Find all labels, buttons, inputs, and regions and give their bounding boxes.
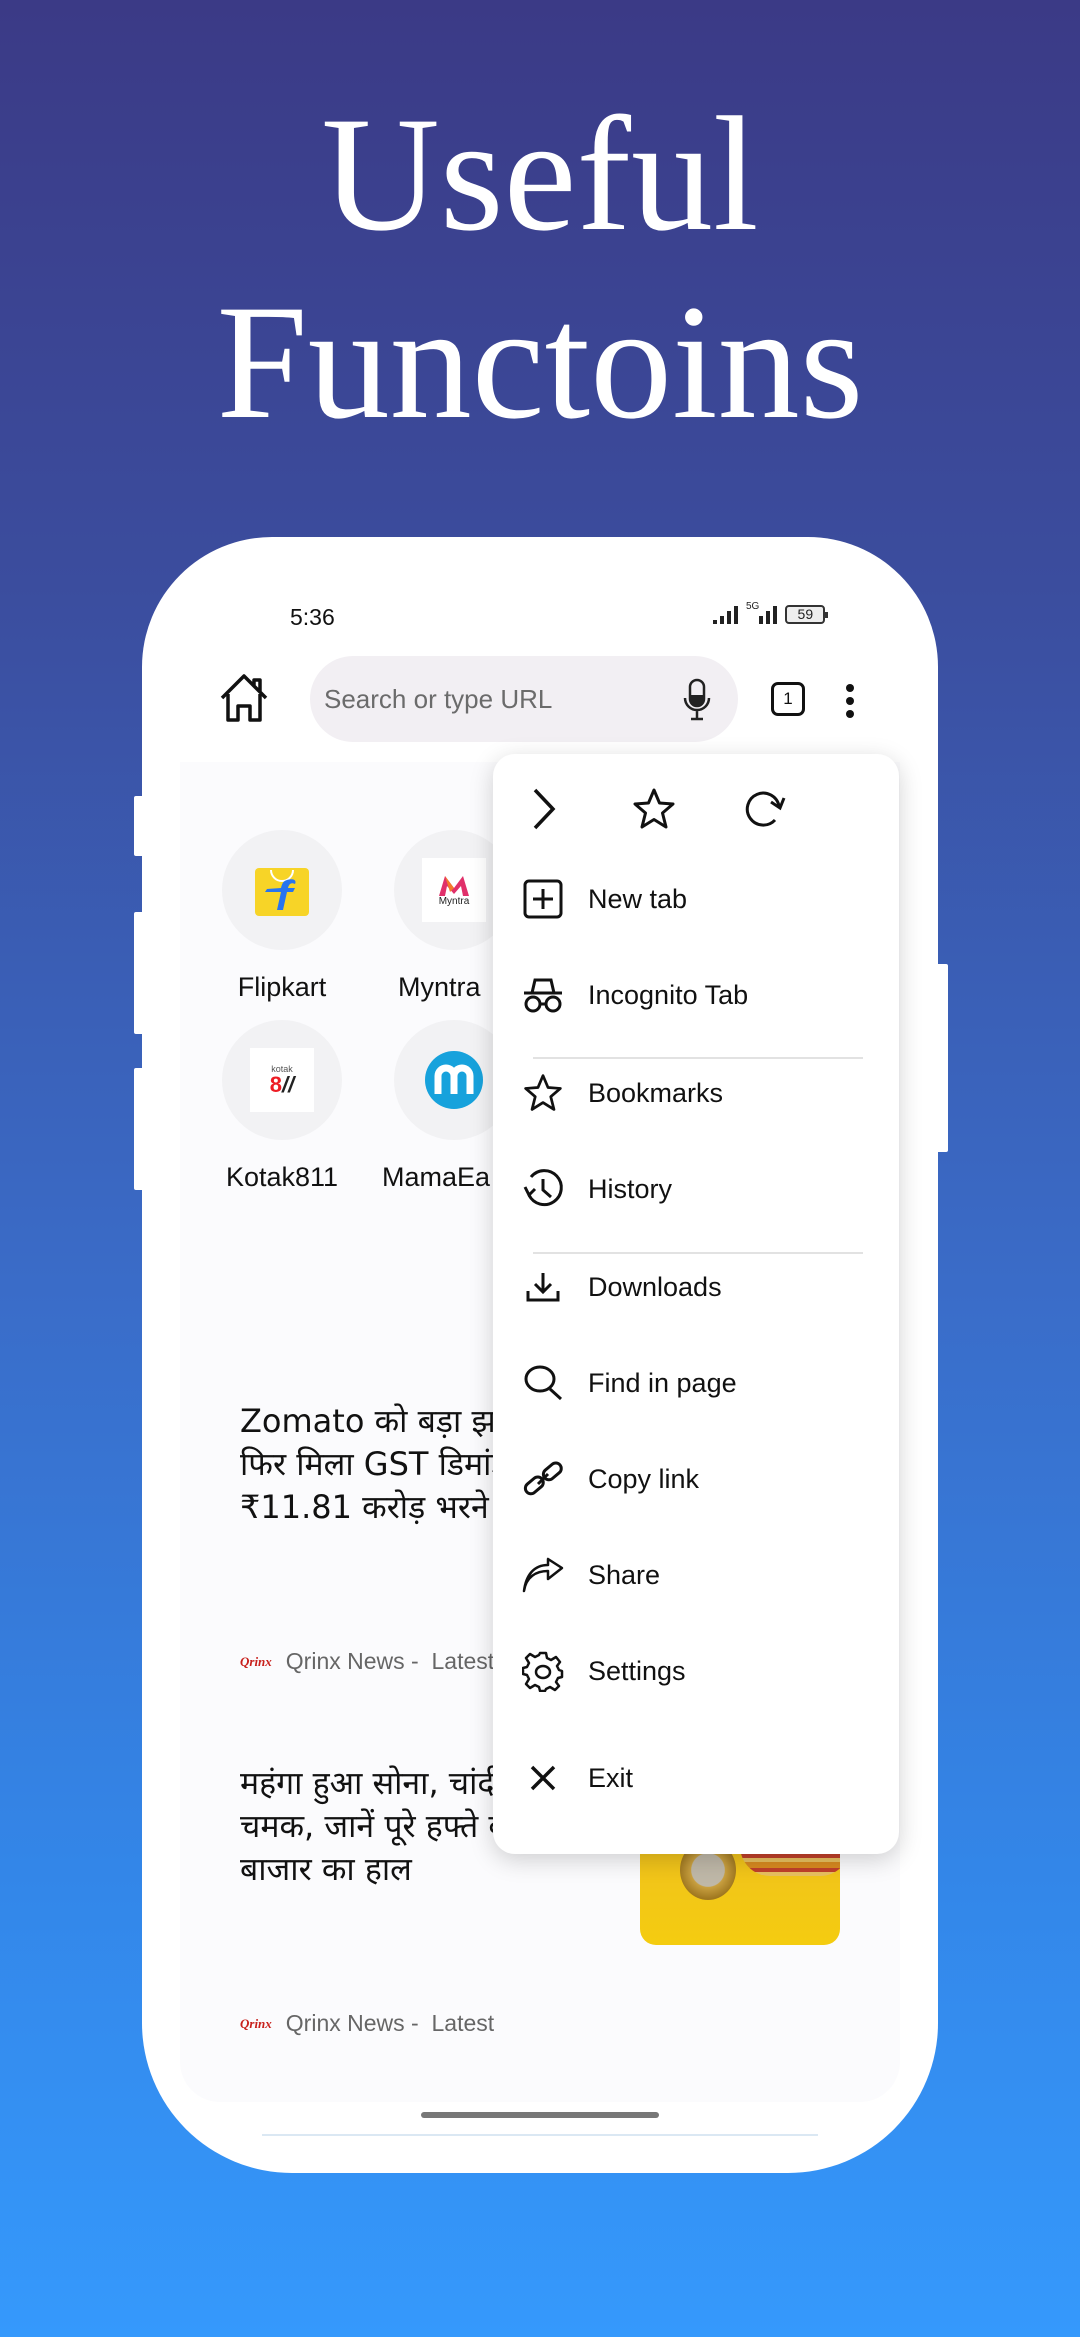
news-source-name: Qrinx News - xyxy=(285,2010,419,2036)
incognito-icon xyxy=(521,973,565,1017)
signal-icon xyxy=(759,604,778,624)
menu-item-bookmarks[interactable]: Bookmarks xyxy=(493,1058,899,1128)
microphone-icon xyxy=(683,678,711,721)
menu-item-exit[interactable]: Exit xyxy=(493,1743,899,1813)
phone-side-button xyxy=(134,1068,146,1190)
more-vert-icon[interactable] xyxy=(843,684,857,718)
phone-side-button xyxy=(134,796,146,856)
menu-item-share[interactable]: Share xyxy=(493,1540,899,1610)
bottom-divider xyxy=(262,2134,818,2136)
refresh-icon xyxy=(745,791,786,827)
reload-button[interactable] xyxy=(741,786,787,832)
shortcut-label: Kotak811 xyxy=(225,1162,339,1192)
promo-headline-line2: Functoins xyxy=(216,272,864,453)
myntra-logo: Myntra xyxy=(422,858,486,922)
menu-item-history[interactable]: History xyxy=(493,1154,899,1224)
menu-item-new-tab[interactable]: New tab xyxy=(493,864,899,934)
chevron-right-icon xyxy=(533,788,556,830)
download-icon xyxy=(521,1265,565,1309)
news-card-2-source: Qrinx Qrinx News - Latest xyxy=(240,2010,494,2037)
phone-side-button xyxy=(134,912,146,1034)
flipkart-logo xyxy=(252,860,312,920)
menu-item-label: History xyxy=(588,1173,673,1204)
microphone-button[interactable] xyxy=(682,678,712,722)
share-icon xyxy=(521,1553,565,1597)
menu-item-label: New tab xyxy=(588,883,688,914)
qrinx-logo: Qrinx xyxy=(240,2015,272,2031)
shortcut-kotak811[interactable]: kotak 8// Kotak811 xyxy=(202,1020,362,1193)
search-icon xyxy=(521,1361,565,1405)
menu-item-downloads[interactable]: Downloads xyxy=(493,1252,899,1322)
menu-item-label: Incognito Tab xyxy=(588,979,749,1010)
news-category: Latest xyxy=(431,1648,495,1674)
menu-item-label: Find in page xyxy=(588,1367,737,1398)
news-source-name: Qrinx News - xyxy=(285,1648,419,1674)
gear-icon xyxy=(521,1649,565,1693)
news-category: Latest xyxy=(431,2010,495,2036)
tab-switcher-button[interactable]: 1 xyxy=(771,682,805,716)
tab-count: 1 xyxy=(783,689,793,708)
signal-icon xyxy=(713,604,738,624)
home-icon xyxy=(220,674,268,722)
news-card-1-source: Qrinx Qrinx News - Latest xyxy=(240,1648,494,1675)
home-button[interactable] xyxy=(216,672,272,726)
status-icons: 5G 59 xyxy=(713,600,829,624)
add-box-icon xyxy=(521,877,565,921)
myntra-logo-text: Myntra xyxy=(438,895,470,907)
shortcut-label: Flipkart xyxy=(237,972,327,1002)
battery-level: 59 xyxy=(797,606,814,622)
menu-item-copy-link[interactable]: Copy link xyxy=(493,1444,899,1514)
menu-item-label: Share xyxy=(588,1559,661,1590)
shortcut-flipkart[interactable]: Flipkart xyxy=(202,830,362,1003)
overflow-menu: New tab Incognito Tab Bookmarks History … xyxy=(493,754,899,1854)
menu-item-find-in-page[interactable]: Find in page xyxy=(493,1348,899,1418)
network-type: 5G xyxy=(746,600,760,612)
bookmark-page-button[interactable] xyxy=(631,786,677,832)
menu-item-label: Settings xyxy=(588,1655,686,1686)
forward-button[interactable] xyxy=(521,786,567,832)
menu-item-label: Bookmarks xyxy=(588,1077,724,1108)
gesture-home-indicator[interactable] xyxy=(421,2112,659,2118)
menu-item-label: Copy link xyxy=(588,1463,700,1494)
close-icon xyxy=(521,1756,565,1800)
menu-top-actions xyxy=(493,754,899,864)
link-icon xyxy=(521,1457,565,1501)
promo-headline-line1: Useful xyxy=(321,84,759,265)
battery-icon: 59 xyxy=(785,604,829,624)
mamaearth-logo xyxy=(424,1050,484,1110)
menu-item-settings[interactable]: Settings xyxy=(493,1636,899,1706)
menu-item-incognito-tab[interactable]: Incognito Tab xyxy=(493,960,899,1030)
menu-item-label: Downloads xyxy=(588,1271,722,1302)
star-icon xyxy=(521,1071,565,1115)
news-title-line: बाजार का हाल xyxy=(240,1850,412,1888)
star-icon xyxy=(633,788,675,829)
qrinx-logo: Qrinx xyxy=(240,1653,272,1669)
search-bar[interactable] xyxy=(310,656,738,742)
menu-item-label: Exit xyxy=(588,1762,634,1793)
kotak811-logo: kotak 8// xyxy=(250,1048,314,1112)
history-icon xyxy=(521,1167,565,1211)
status-time: 5:36 xyxy=(290,604,335,630)
phone-side-button xyxy=(936,964,948,1152)
search-input[interactable] xyxy=(324,683,654,715)
